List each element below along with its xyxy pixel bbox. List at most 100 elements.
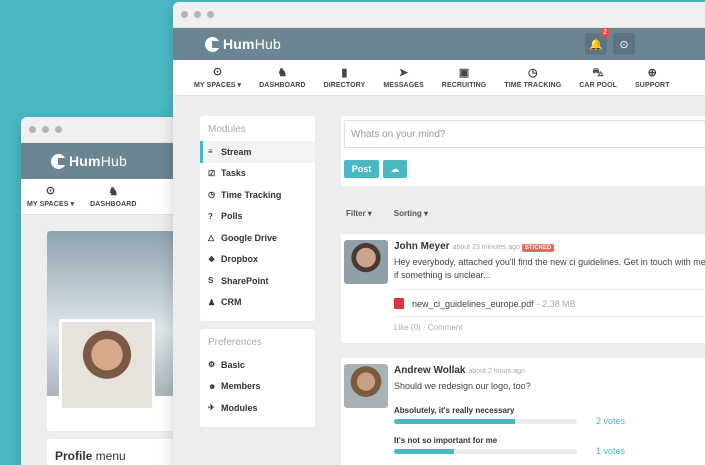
header-actions: 🔔 2 ⊙ bbox=[585, 28, 635, 55]
clock-icon: ◷ bbox=[527, 66, 538, 79]
sidebar-item-dropbox[interactable]: ❖ Dropbox bbox=[200, 249, 315, 271]
divider bbox=[394, 316, 705, 317]
window-dot[interactable] bbox=[29, 126, 36, 133]
tasks-icon: ☑ bbox=[208, 168, 216, 178]
settings-icon: ⊙ bbox=[619, 38, 629, 51]
logo-mark-icon bbox=[205, 36, 220, 52]
nav-support[interactable]: ⊕ SUPPORT bbox=[626, 60, 679, 95]
preferences-panel: Preferences ⚙ Basic ☻ Members ✈ Modules bbox=[200, 329, 315, 427]
post-author: John Meyer about 23 minutes ago STICKED bbox=[394, 241, 555, 252]
preferences-title: Preferences bbox=[208, 337, 262, 348]
sidebar-item-tasks[interactable]: ☑ Tasks bbox=[200, 163, 315, 185]
author-name[interactable]: John Meyer bbox=[394, 241, 450, 252]
poll-option[interactable]: Absolutely, it's really necessary 2 vote… bbox=[394, 406, 705, 426]
post-text: Should we redesign our logo, too? bbox=[394, 381, 531, 391]
nav-my-spaces[interactable]: ⊙ MY SPACES ▾ bbox=[185, 60, 250, 95]
sidebar-item-time-tracking[interactable]: ◷ Time Tracking bbox=[200, 184, 315, 206]
sharepoint-icon: S bbox=[208, 276, 214, 286]
upload-button[interactable]: ☁ bbox=[383, 160, 407, 178]
dashboard-icon: ♞ bbox=[277, 66, 288, 79]
poll-votes[interactable]: 2 votes bbox=[596, 416, 625, 426]
file-name: new_ci_guidelines_europe.pdf bbox=[412, 298, 534, 309]
spaces-icon: ⊙ bbox=[212, 66, 223, 78]
sidebar-item-polls[interactable]: ? Polls bbox=[200, 206, 315, 228]
sidebar-item-crm[interactable]: ♟ CRM bbox=[200, 292, 315, 314]
author-avatar[interactable] bbox=[344, 364, 388, 408]
window-dot[interactable] bbox=[55, 126, 62, 133]
sidebar-item-google-drive[interactable]: △ Google Drive bbox=[200, 227, 315, 249]
poll-option[interactable]: It's not so important for me 1 votes bbox=[394, 436, 705, 456]
sorting-dropdown[interactable]: Sorting ▾ bbox=[394, 209, 428, 218]
stream-filters: Filter ▾ Sorting ▾ bbox=[346, 209, 428, 218]
briefcase-icon: ▣ bbox=[458, 66, 470, 79]
app-header: Hum Hub 🔔 2 ⊙ bbox=[173, 28, 705, 60]
window-dot[interactable] bbox=[181, 11, 188, 18]
pdf-icon bbox=[394, 298, 404, 309]
poll-progress-fill bbox=[394, 419, 515, 424]
window-dot[interactable] bbox=[207, 11, 214, 18]
nav-car-pool[interactable]: ⛍ CAR POOL bbox=[570, 60, 626, 95]
post-author: Andrew Wollak about 2 hours ago bbox=[394, 365, 525, 376]
nav-dashboard[interactable]: ♞ DASHBOARD bbox=[250, 60, 314, 95]
poll-votes[interactable]: 1 votes bbox=[596, 446, 625, 456]
sidebar-item-members[interactable]: ☻ Members bbox=[200, 376, 315, 398]
cloud-upload-icon: ☁ bbox=[390, 163, 400, 174]
stream-icon: ≡ bbox=[208, 147, 213, 157]
nav-messages[interactable]: ➤ MESSAGES bbox=[374, 60, 432, 95]
notification-count-badge: 2 bbox=[601, 28, 609, 37]
modules-panel: Modules ≡ Stream ☑ Tasks ◷ Time Tracking ? P… bbox=[200, 116, 315, 321]
clock-icon: ◷ bbox=[208, 190, 215, 200]
question-icon: ? bbox=[208, 211, 213, 221]
dashboard-icon: ♞ bbox=[108, 185, 119, 198]
stream-post: John Meyer about 23 minutes ago STICKED He… bbox=[341, 234, 705, 343]
front-window: Hum Hub 🔔 2 ⊙ ⊙ MY SPACES ▾ ♞ DASHBOARD ▮ DI… bbox=[173, 2, 705, 465]
post-text: Hey everybody, attached you'll find the … bbox=[394, 257, 705, 280]
post-button[interactable]: Post bbox=[344, 160, 379, 178]
dropbox-icon: ❖ bbox=[208, 254, 216, 264]
nav-time-tracking[interactable]: ◷ TIME TRACKING bbox=[495, 60, 570, 95]
car-icon: ⛍ bbox=[592, 66, 604, 79]
sidebar-item-stream[interactable]: ≡ Stream bbox=[200, 141, 315, 163]
author-name[interactable]: Andrew Wollak bbox=[394, 365, 466, 376]
account-button[interactable]: ⊙ bbox=[613, 33, 635, 55]
window-titlebar bbox=[173, 2, 705, 28]
sidebar-item-modules[interactable]: ✈ Modules bbox=[200, 397, 315, 419]
nav-my-spaces[interactable]: ⊙ MY SPACES ▾ bbox=[27, 179, 74, 214]
author-avatar[interactable] bbox=[344, 240, 388, 284]
top-navigation: ⊙ MY SPACES ▾ ♞ DASHBOARD ▮ DIRECTORY ➤ MESS… bbox=[173, 60, 705, 96]
nav-dashboard[interactable]: ♞ DASHBOARD bbox=[90, 179, 136, 214]
window-dot[interactable] bbox=[42, 126, 49, 133]
window-dot[interactable] bbox=[194, 11, 201, 18]
humhub-logo[interactable]: Hum Hub bbox=[51, 153, 127, 169]
attached-file[interactable]: new_ci_guidelines_europe.pdf - 2,38 MB bbox=[394, 298, 576, 309]
notifications-button[interactable]: 🔔 2 bbox=[585, 28, 609, 55]
lifebuoy-icon: ⊕ bbox=[647, 66, 657, 79]
poll-progress-fill bbox=[394, 449, 455, 454]
filter-dropdown[interactable]: Filter ▾ bbox=[346, 209, 372, 218]
humhub-logo[interactable]: Hum Hub bbox=[205, 36, 281, 52]
poll-option-label: Absolutely, it's really necessary bbox=[394, 406, 515, 415]
logo-mark-icon bbox=[51, 153, 66, 169]
post-input[interactable]: Whats on your mind? bbox=[344, 120, 705, 148]
modules-title: Modules bbox=[208, 124, 246, 135]
nav-directory[interactable]: ▮ DIRECTORY bbox=[315, 60, 375, 95]
poll-option-label: It's not so important for me bbox=[394, 436, 498, 445]
profile-avatar[interactable] bbox=[59, 319, 155, 411]
poll-progress bbox=[394, 449, 577, 454]
sidebar-item-sharepoint[interactable]: S SharePoint bbox=[200, 270, 315, 292]
book-icon: ▮ bbox=[341, 66, 348, 79]
sticked-badge: STICKED bbox=[521, 244, 555, 252]
gears-icon: ⚙ bbox=[208, 360, 216, 370]
sidebar-item-basic[interactable]: ⚙ Basic bbox=[200, 354, 315, 376]
nav-recruiting[interactable]: ▣ RECRUITING bbox=[433, 60, 496, 95]
profile-menu-header: Profile menu bbox=[47, 439, 183, 465]
stream-post: Andrew Wollak about 2 hours ago Should we… bbox=[341, 358, 705, 465]
rocket-icon: ✈ bbox=[208, 403, 215, 413]
users-icon: ☻ bbox=[208, 381, 217, 391]
like-comment-links[interactable]: Like (0) · Comment bbox=[394, 323, 462, 332]
file-size: - 2,38 MB bbox=[536, 298, 576, 309]
google-drive-icon: △ bbox=[208, 233, 215, 243]
profile-card bbox=[47, 231, 183, 431]
poll-progress bbox=[394, 419, 577, 424]
post-composer: Whats on your mind? Post ☁ bbox=[341, 116, 705, 186]
